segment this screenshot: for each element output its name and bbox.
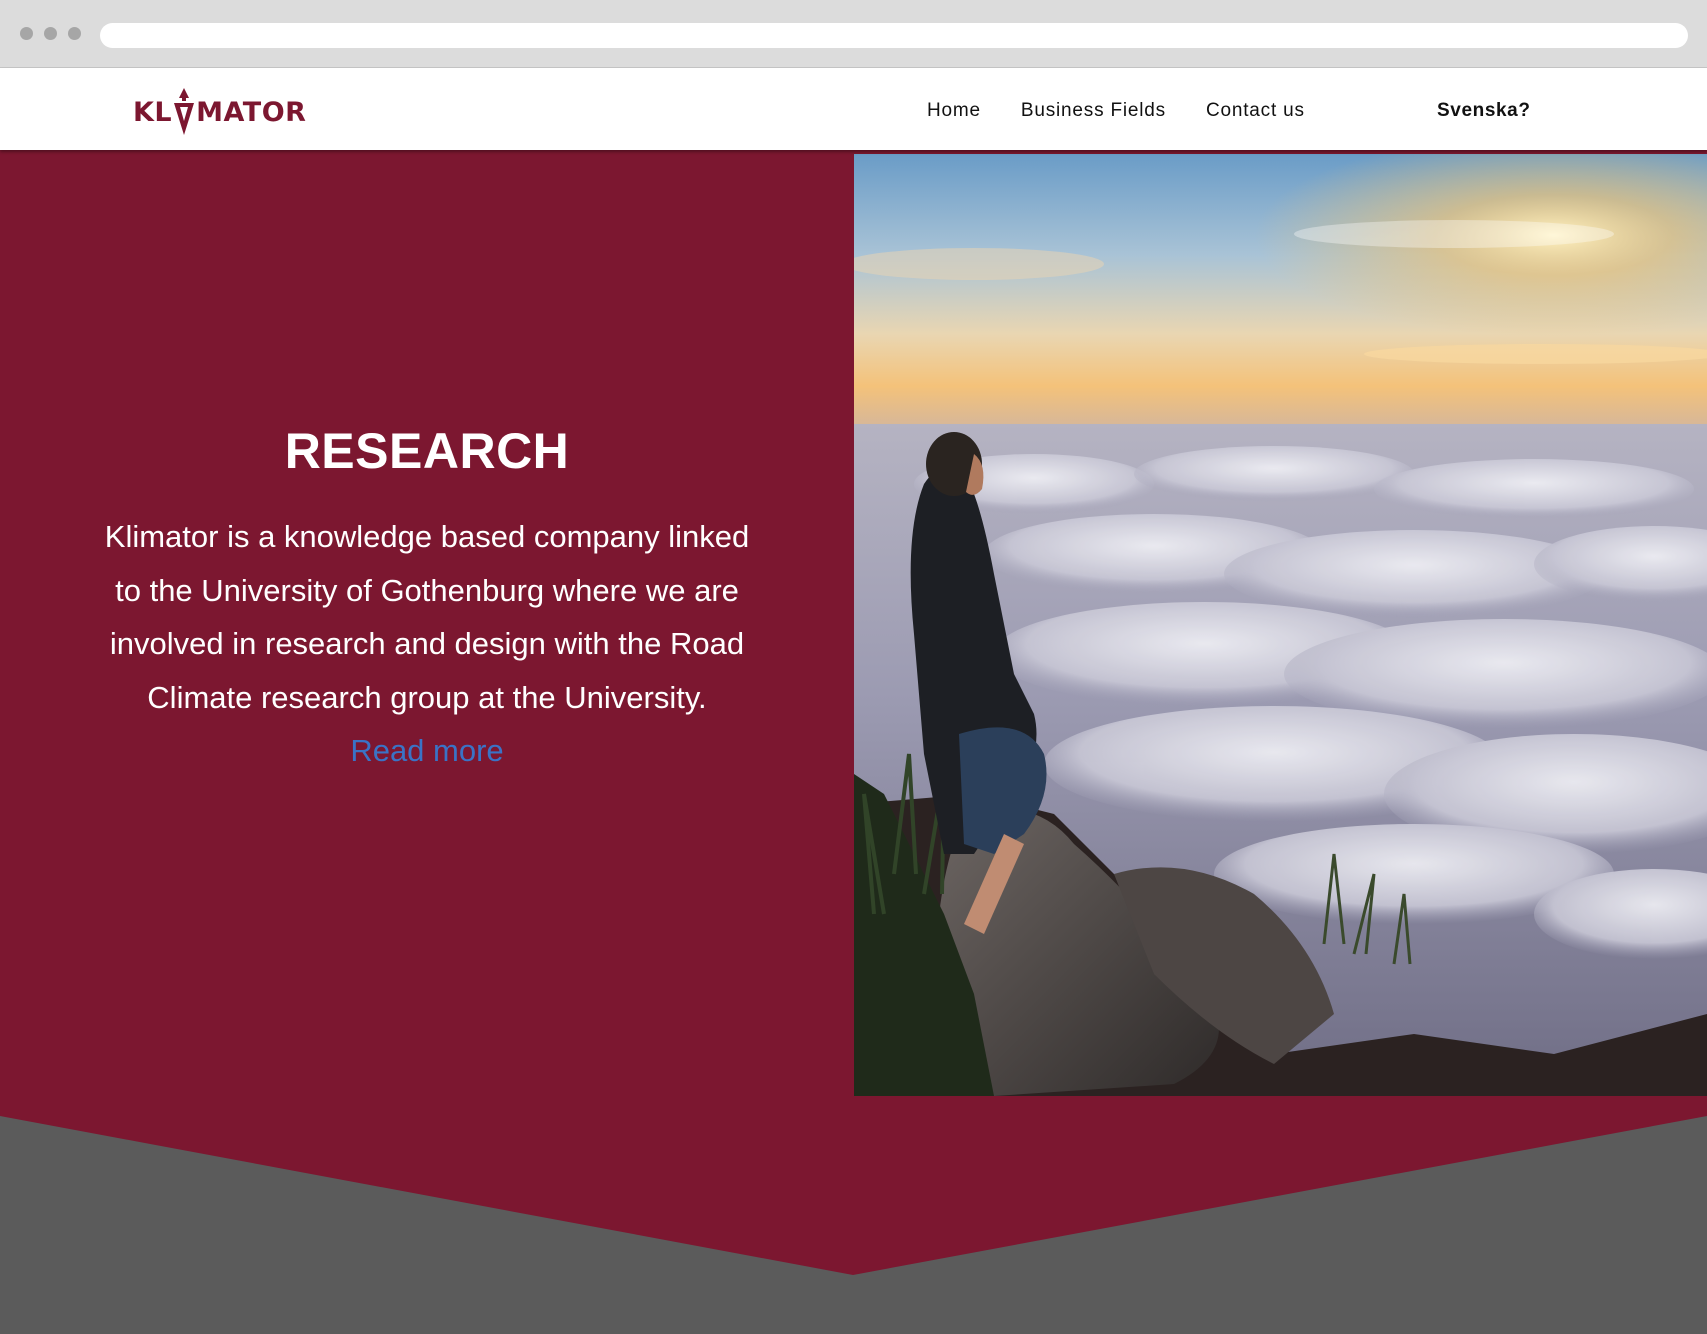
read-more-link[interactable]: Read more bbox=[350, 724, 503, 777]
site-header: KL MATOR Home Business Fields Contact us… bbox=[0, 68, 1707, 150]
hero-title: RESEARCH bbox=[284, 423, 570, 479]
logo-text-right: MATOR bbox=[196, 96, 307, 128]
language-switch-link[interactable]: Svenska? bbox=[1437, 100, 1531, 122]
window-dot-minimize[interactable] bbox=[44, 27, 57, 40]
address-bar[interactable] bbox=[100, 23, 1688, 48]
window-controls bbox=[20, 27, 81, 40]
clouds-landscape-image bbox=[854, 154, 1707, 1096]
nav-home[interactable]: Home bbox=[927, 100, 981, 122]
nav-business-fields[interactable]: Business Fields bbox=[1021, 100, 1166, 122]
nav-contact-us[interactable]: Contact us bbox=[1206, 100, 1305, 122]
browser-chrome bbox=[0, 0, 1707, 68]
klimator-logo[interactable]: KL MATOR bbox=[133, 88, 307, 135]
hero-section: RESEARCH Klimator is a knowledge based c… bbox=[0, 150, 1707, 1334]
logo-arrow-mark-icon bbox=[174, 88, 195, 135]
logo-text-left: KL bbox=[133, 96, 173, 128]
window-dot-maximize[interactable] bbox=[68, 27, 81, 40]
main-nav: Home Business Fields Contact us bbox=[927, 100, 1345, 122]
hero-description: Klimator is a knowledge based company li… bbox=[104, 519, 750, 715]
hero-text-panel: RESEARCH Klimator is a knowledge based c… bbox=[0, 150, 854, 1095]
hero-photo bbox=[854, 154, 1707, 1096]
window-dot-close[interactable] bbox=[20, 27, 33, 40]
